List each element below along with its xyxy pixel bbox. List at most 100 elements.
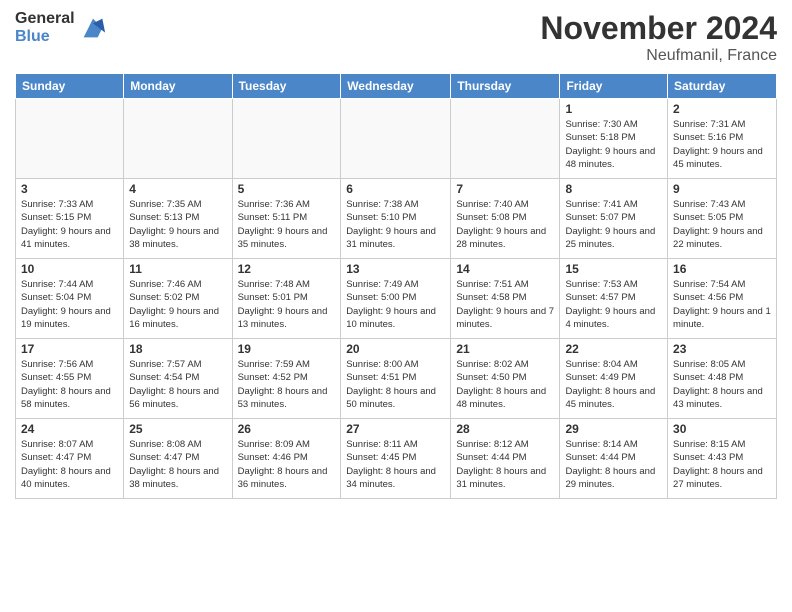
day-info: Sunrise: 8:12 AMSunset: 4:44 PMDaylight:… bbox=[456, 438, 554, 491]
day-number: 29 bbox=[565, 422, 662, 436]
day-number: 12 bbox=[238, 262, 336, 276]
day-number: 28 bbox=[456, 422, 554, 436]
calendar-week-row: 3 Sunrise: 7:33 AMSunset: 5:15 PMDaylight… bbox=[16, 179, 777, 259]
day-info: Sunrise: 7:48 AMSunset: 5:01 PMDaylight:… bbox=[238, 278, 336, 331]
table-row: 23 Sunrise: 8:05 AMSunset: 4:48 PMDayligh… bbox=[668, 339, 777, 419]
day-number: 6 bbox=[346, 182, 445, 196]
col-sunday: Sunday bbox=[16, 74, 124, 99]
day-info: Sunrise: 7:30 AMSunset: 5:18 PMDaylight:… bbox=[565, 118, 662, 171]
month-title: November 2024 bbox=[540, 10, 777, 47]
calendar-header-row: Sunday Monday Tuesday Wednesday Thursday… bbox=[16, 74, 777, 99]
table-row: 5 Sunrise: 7:36 AMSunset: 5:11 PMDaylight… bbox=[232, 179, 341, 259]
day-number: 19 bbox=[238, 342, 336, 356]
day-info: Sunrise: 7:43 AMSunset: 5:05 PMDaylight:… bbox=[673, 198, 771, 251]
table-row: 22Sunrise: 8:04 AMSunset: 4:49 PMDayligh… bbox=[560, 339, 668, 419]
day-number: 26 bbox=[238, 422, 336, 436]
logo-text: General Blue bbox=[15, 10, 75, 46]
day-info: Sunrise: 8:11 AMSunset: 4:45 PMDaylight:… bbox=[346, 438, 445, 491]
day-number: 4 bbox=[129, 182, 226, 196]
day-number: 24 bbox=[21, 422, 118, 436]
day-info: Sunrise: 7:59 AMSunset: 4:52 PMDaylight:… bbox=[238, 358, 336, 411]
day-info: Sunrise: 8:05 AMSunset: 4:48 PMDaylight:… bbox=[673, 358, 771, 411]
title-block: November 2024 Neufmanil, France bbox=[540, 10, 777, 65]
day-info: Sunrise: 8:09 AMSunset: 4:46 PMDaylight:… bbox=[238, 438, 336, 491]
table-row: 13 Sunrise: 7:49 AMSunset: 5:00 PMDayligh… bbox=[341, 259, 451, 339]
day-number: 23 bbox=[673, 342, 771, 356]
day-number: 1 bbox=[565, 102, 662, 116]
day-info: Sunrise: 7:33 AMSunset: 5:15 PMDaylight:… bbox=[21, 198, 118, 251]
page-container: General Blue November 2024 Neufmanil, Fr… bbox=[0, 0, 792, 509]
day-number: 14 bbox=[456, 262, 554, 276]
day-number: 7 bbox=[456, 182, 554, 196]
logo-icon bbox=[79, 14, 107, 42]
logo-blue: Blue bbox=[15, 28, 75, 46]
table-row bbox=[124, 99, 232, 179]
day-info: Sunrise: 8:15 AMSunset: 4:43 PMDaylight:… bbox=[673, 438, 771, 491]
day-number: 22 bbox=[565, 342, 662, 356]
day-info: Sunrise: 8:00 AMSunset: 4:51 PMDaylight:… bbox=[346, 358, 445, 411]
table-row: 21 Sunrise: 8:02 AMSunset: 4:50 PMDayligh… bbox=[451, 339, 560, 419]
calendar-body: 1 Sunrise: 7:30 AMSunset: 5:18 PMDaylight… bbox=[16, 99, 777, 499]
table-row: 4 Sunrise: 7:35 AMSunset: 5:13 PMDaylight… bbox=[124, 179, 232, 259]
location: Neufmanil, France bbox=[540, 47, 777, 65]
table-row: 17Sunrise: 7:56 AMSunset: 4:55 PMDayligh… bbox=[16, 339, 124, 419]
day-info: Sunrise: 8:14 AMSunset: 4:44 PMDaylight:… bbox=[565, 438, 662, 491]
col-saturday: Saturday bbox=[668, 74, 777, 99]
table-row bbox=[341, 99, 451, 179]
day-info: Sunrise: 7:31 AMSunset: 5:16 PMDaylight:… bbox=[673, 118, 771, 171]
day-info: Sunrise: 8:08 AMSunset: 4:47 PMDaylight:… bbox=[129, 438, 226, 491]
table-row: 12 Sunrise: 7:48 AMSunset: 5:01 PMDayligh… bbox=[232, 259, 341, 339]
table-row: 6 Sunrise: 7:38 AMSunset: 5:10 PMDaylight… bbox=[341, 179, 451, 259]
day-info: Sunrise: 8:02 AMSunset: 4:50 PMDaylight:… bbox=[456, 358, 554, 411]
day-number: 21 bbox=[456, 342, 554, 356]
day-info: Sunrise: 7:53 AMSunset: 4:57 PMDaylight:… bbox=[565, 278, 662, 331]
day-info: Sunrise: 7:41 AMSunset: 5:07 PMDaylight:… bbox=[565, 198, 662, 251]
table-row: 11 Sunrise: 7:46 AMSunset: 5:02 PMDayligh… bbox=[124, 259, 232, 339]
table-row: 8 Sunrise: 7:41 AMSunset: 5:07 PMDaylight… bbox=[560, 179, 668, 259]
table-row: 18Sunrise: 7:57 AMSunset: 4:54 PMDayligh… bbox=[124, 339, 232, 419]
col-wednesday: Wednesday bbox=[341, 74, 451, 99]
day-number: 9 bbox=[673, 182, 771, 196]
day-number: 15 bbox=[565, 262, 662, 276]
day-number: 18 bbox=[129, 342, 226, 356]
day-number: 11 bbox=[129, 262, 226, 276]
day-number: 20 bbox=[346, 342, 445, 356]
day-number: 13 bbox=[346, 262, 445, 276]
col-monday: Monday bbox=[124, 74, 232, 99]
table-row: 26 Sunrise: 8:09 AMSunset: 4:46 PMDayligh… bbox=[232, 419, 341, 499]
day-info: Sunrise: 7:35 AMSunset: 5:13 PMDaylight:… bbox=[129, 198, 226, 251]
table-row: 2 Sunrise: 7:31 AMSunset: 5:16 PMDaylight… bbox=[668, 99, 777, 179]
table-row: 25Sunrise: 8:08 AMSunset: 4:47 PMDayligh… bbox=[124, 419, 232, 499]
day-info: Sunrise: 7:38 AMSunset: 5:10 PMDaylight:… bbox=[346, 198, 445, 251]
col-friday: Friday bbox=[560, 74, 668, 99]
day-info: Sunrise: 7:46 AMSunset: 5:02 PMDaylight:… bbox=[129, 278, 226, 331]
day-number: 5 bbox=[238, 182, 336, 196]
day-number: 3 bbox=[21, 182, 118, 196]
logo-general: General bbox=[15, 10, 75, 28]
day-info: Sunrise: 7:49 AMSunset: 5:00 PMDaylight:… bbox=[346, 278, 445, 331]
day-info: Sunrise: 7:44 AMSunset: 5:04 PMDaylight:… bbox=[21, 278, 118, 331]
table-row: 30 Sunrise: 8:15 AMSunset: 4:43 PMDayligh… bbox=[668, 419, 777, 499]
day-number: 8 bbox=[565, 182, 662, 196]
day-number: 30 bbox=[673, 422, 771, 436]
page-header: General Blue November 2024 Neufmanil, Fr… bbox=[15, 10, 777, 65]
table-row: 19 Sunrise: 7:59 AMSunset: 4:52 PMDayligh… bbox=[232, 339, 341, 419]
table-row: 15 Sunrise: 7:53 AMSunset: 4:57 PMDayligh… bbox=[560, 259, 668, 339]
col-tuesday: Tuesday bbox=[232, 74, 341, 99]
table-row: 29 Sunrise: 8:14 AMSunset: 4:44 PMDayligh… bbox=[560, 419, 668, 499]
calendar-week-row: 24Sunrise: 8:07 AMSunset: 4:47 PMDayligh… bbox=[16, 419, 777, 499]
table-row: 14 Sunrise: 7:51 AMSunset: 4:58 PMDayligh… bbox=[451, 259, 560, 339]
day-info: Sunrise: 7:36 AMSunset: 5:11 PMDaylight:… bbox=[238, 198, 336, 251]
table-row: 9 Sunrise: 7:43 AMSunset: 5:05 PMDaylight… bbox=[668, 179, 777, 259]
table-row: 1 Sunrise: 7:30 AMSunset: 5:18 PMDaylight… bbox=[560, 99, 668, 179]
calendar-table: Sunday Monday Tuesday Wednesday Thursday… bbox=[15, 73, 777, 499]
day-info: Sunrise: 7:51 AMSunset: 4:58 PMDaylight:… bbox=[456, 278, 554, 331]
day-number: 2 bbox=[673, 102, 771, 116]
calendar-week-row: 1 Sunrise: 7:30 AMSunset: 5:18 PMDaylight… bbox=[16, 99, 777, 179]
day-number: 17 bbox=[21, 342, 118, 356]
table-row: 28 Sunrise: 8:12 AMSunset: 4:44 PMDayligh… bbox=[451, 419, 560, 499]
table-row: 10Sunrise: 7:44 AMSunset: 5:04 PMDayligh… bbox=[16, 259, 124, 339]
table-row bbox=[451, 99, 560, 179]
logo: General Blue bbox=[15, 10, 107, 46]
table-row: 16Sunrise: 7:54 AMSunset: 4:56 PMDayligh… bbox=[668, 259, 777, 339]
